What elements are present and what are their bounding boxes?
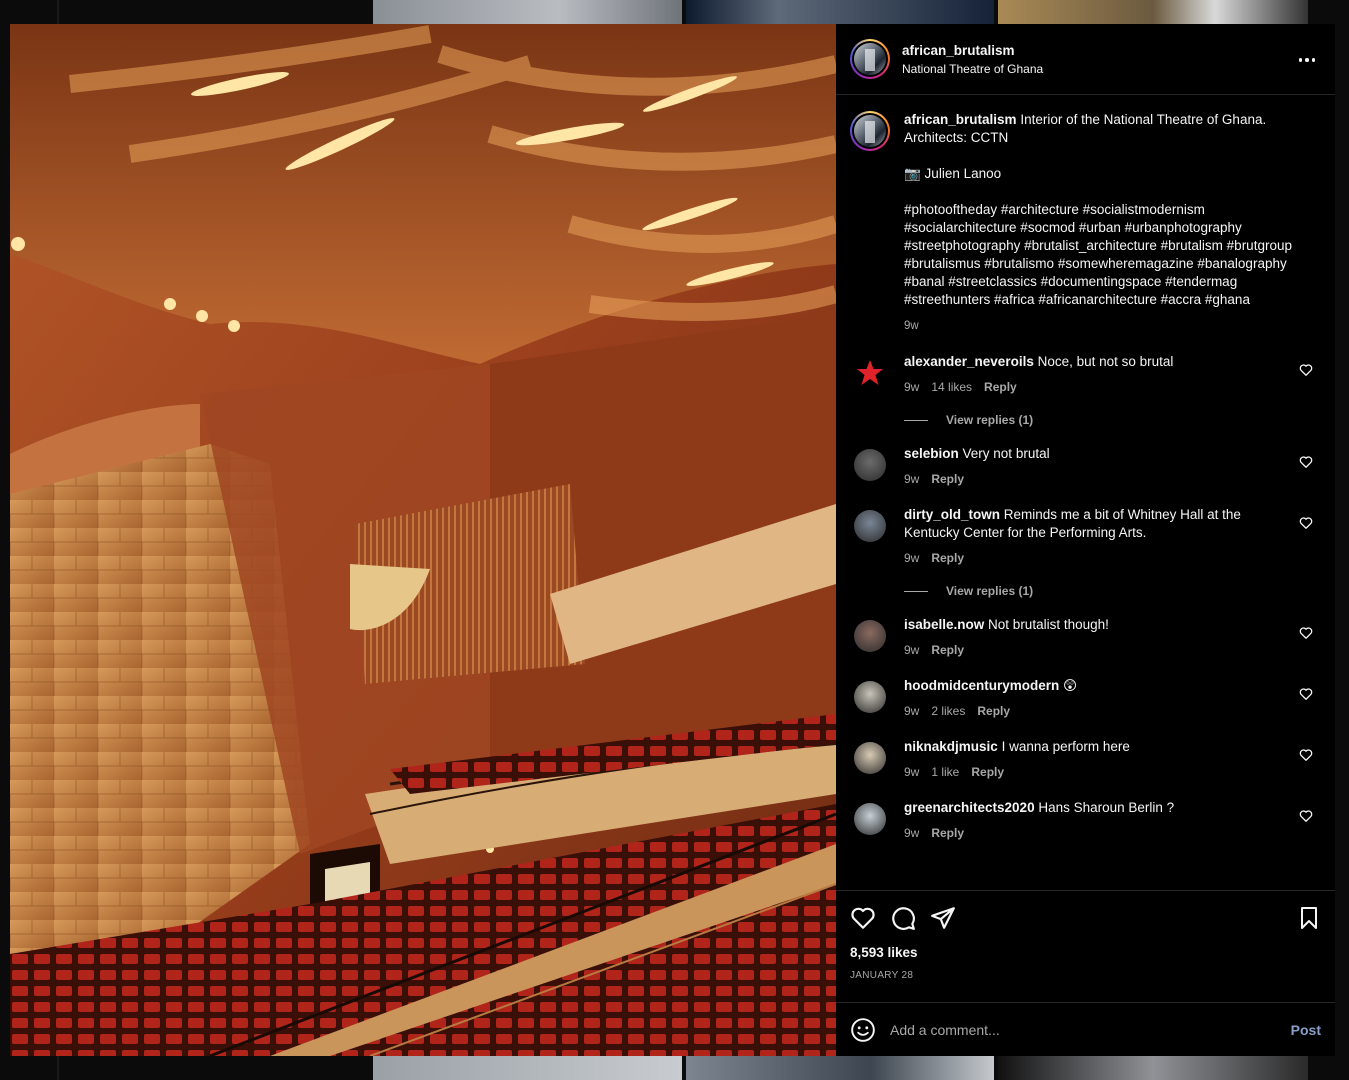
- post-header: african_brutalism National Theatre of Gh…: [836, 24, 1335, 95]
- add-comment-input[interactable]: [890, 1021, 1291, 1038]
- comment-text: Hans Sharoun Berlin ?: [1038, 800, 1175, 815]
- post-comment-button[interactable]: Post: [1291, 1022, 1321, 1038]
- grid-thumbnail[interactable]: [998, 1056, 1308, 1080]
- add-comment-bar: Post: [836, 1002, 1335, 1056]
- save-bookmark-icon[interactable]: [1297, 905, 1321, 931]
- view-replies-button[interactable]: View replies (1): [904, 413, 1321, 427]
- comment-time: 9w: [904, 380, 920, 394]
- commenter-avatar[interactable]: [854, 510, 886, 542]
- comment-text: I wanna perform here: [1001, 739, 1130, 754]
- comment-item: selebion Very not brutal 9w Reply: [850, 445, 1321, 488]
- comment-like-heart-icon[interactable]: [1299, 687, 1313, 701]
- comment-username[interactable]: niknakdjmusic: [904, 739, 998, 754]
- view-replies-button[interactable]: View replies (1): [904, 584, 1321, 598]
- post-photo[interactable]: [10, 24, 836, 1056]
- comment-username[interactable]: selebion: [904, 446, 959, 461]
- comment-time: 9w: [904, 765, 920, 779]
- commenter-avatar[interactable]: [854, 681, 886, 713]
- grid-thumbnail[interactable]: [373, 1056, 682, 1080]
- reply-button[interactable]: Reply: [931, 470, 964, 488]
- post-location[interactable]: National Theatre of Ghana: [902, 62, 1043, 76]
- post-caption: african_brutalism Interior of the Nation…: [850, 111, 1321, 335]
- comment-item: greenarchitects2020 Hans Sharoun Berlin …: [850, 799, 1321, 842]
- comment-time: 9w: [904, 472, 920, 486]
- comment-like-count[interactable]: 14 likes: [931, 378, 972, 396]
- commenter-avatar[interactable]: [854, 449, 886, 481]
- post-actions: 8,593 likes JANUARY 28: [836, 890, 1335, 1002]
- reply-button[interactable]: Reply: [971, 763, 1004, 781]
- comment-like-heart-icon[interactable]: [1299, 363, 1313, 377]
- comment-item: isabelle.now Not brutalist though! 9w Repl…: [850, 616, 1321, 659]
- comment-username[interactable]: greenarchitects2020: [904, 800, 1035, 815]
- comment-username[interactable]: isabelle.now: [904, 617, 984, 632]
- commenter-avatar[interactable]: [854, 742, 886, 774]
- comment-text: Not brutalist though!: [988, 617, 1109, 632]
- comment-bubble-icon[interactable]: [890, 905, 916, 931]
- comment-like-heart-icon[interactable]: [1299, 626, 1313, 640]
- reply-button[interactable]: Reply: [931, 549, 964, 567]
- theatre-interior-image: [10, 24, 836, 1056]
- reply-button[interactable]: Reply: [984, 378, 1017, 396]
- comment-username[interactable]: dirty_old_town: [904, 507, 1000, 522]
- caption-hashtags[interactable]: #photooftheday #architecture #socialistm…: [904, 201, 1294, 309]
- grid-thumbnail[interactable]: [686, 1056, 994, 1080]
- comment-text: 😲: [1063, 678, 1078, 693]
- comment-like-count[interactable]: 1 like: [931, 763, 959, 781]
- comment-time: 9w: [904, 643, 920, 657]
- comment-item: niknakdjmusic I wanna perform here 9w 1 li…: [850, 738, 1321, 781]
- commenter-avatar[interactable]: [854, 357, 886, 389]
- commenter-avatar[interactable]: [854, 803, 886, 835]
- grid-thumbnail[interactable]: [373, 0, 682, 24]
- grid-thumbnail[interactable]: [998, 0, 1308, 24]
- comment-time: 9w: [904, 704, 920, 718]
- comment-like-heart-icon[interactable]: [1299, 516, 1313, 530]
- share-paper-plane-icon[interactable]: [930, 905, 956, 931]
- author-avatar[interactable]: [850, 39, 890, 79]
- comment-text: Noce, but not so brutal: [1037, 354, 1174, 369]
- author-username[interactable]: african_brutalism: [902, 43, 1043, 58]
- caption-time: 9w: [904, 320, 919, 332]
- comment-text: Very not brutal: [962, 446, 1050, 461]
- emoji-icon[interactable]: [850, 1017, 876, 1043]
- comment-like-heart-icon[interactable]: [1299, 809, 1313, 823]
- like-count[interactable]: 8,593 likes: [850, 945, 1321, 960]
- reply-button[interactable]: Reply: [977, 702, 1010, 720]
- comment-item: dirty_old_town Reminds me a bit of Whitn…: [850, 506, 1321, 567]
- more-options-icon[interactable]: [1297, 52, 1317, 68]
- comment-item: alexander_neveroils Noce, but not so bru…: [850, 353, 1321, 396]
- comment-time: 9w: [904, 826, 920, 840]
- comment-like-heart-icon[interactable]: [1299, 748, 1313, 762]
- photo-credit: 📷 Julien Lanoo: [904, 166, 1002, 181]
- comment-item: hoodmidcenturymodern 😲 9w 2 likes Reply: [850, 677, 1321, 720]
- reply-button[interactable]: Reply: [931, 641, 964, 659]
- post-sidebar: african_brutalism National Theatre of Gh…: [836, 24, 1335, 1056]
- comment-like-count[interactable]: 2 likes: [931, 702, 965, 720]
- like-heart-icon[interactable]: [850, 905, 876, 931]
- comments-list[interactable]: african_brutalism Interior of the Nation…: [836, 95, 1335, 890]
- comment-like-heart-icon[interactable]: [1299, 455, 1313, 469]
- caption-avatar[interactable]: [850, 111, 890, 151]
- caption-username[interactable]: african_brutalism: [904, 112, 1017, 127]
- comment-username[interactable]: alexander_neveroils: [904, 354, 1034, 369]
- comment-time: 9w: [904, 551, 920, 565]
- commenter-avatar[interactable]: [854, 620, 886, 652]
- comment-username[interactable]: hoodmidcenturymodern: [904, 678, 1059, 693]
- avatar-image: [854, 43, 886, 75]
- grid-thumbnail[interactable]: [686, 0, 994, 24]
- post-date: JANUARY 28: [850, 970, 914, 981]
- post-modal: african_brutalism National Theatre of Gh…: [10, 24, 1335, 1056]
- reply-button[interactable]: Reply: [931, 824, 964, 842]
